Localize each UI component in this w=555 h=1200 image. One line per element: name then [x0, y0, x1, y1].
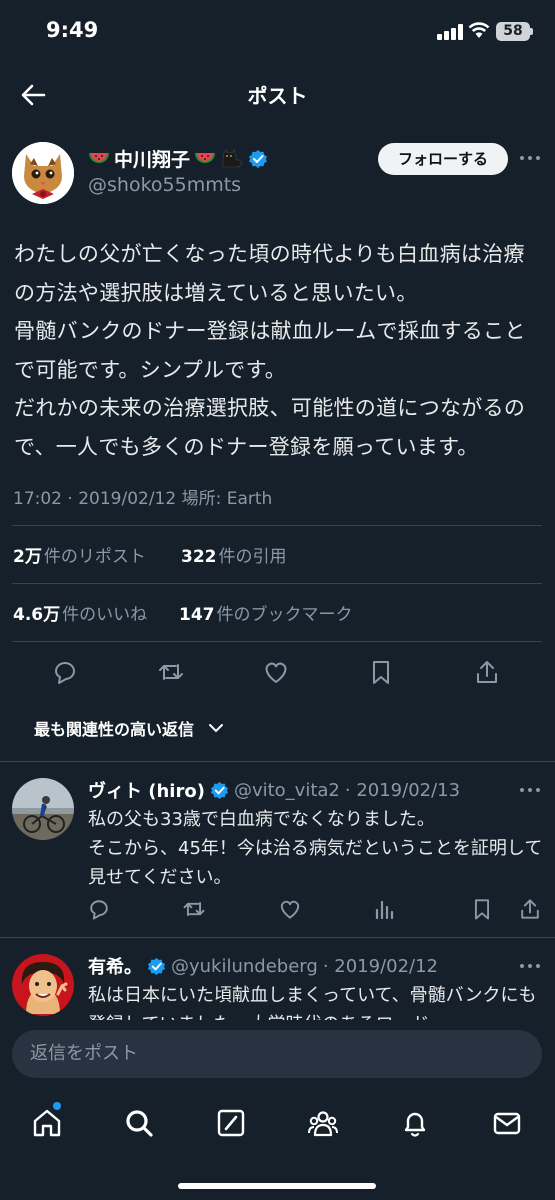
reposts-label: 件のリポスト	[43, 547, 146, 567]
more-options-icon[interactable]	[518, 148, 542, 168]
author-handle[interactable]: @shoko55mmts	[88, 174, 241, 196]
more-options-icon[interactable]	[518, 956, 542, 976]
verified-badge-icon	[147, 957, 166, 976]
share-icon[interactable]	[472, 657, 502, 687]
notification-dot	[53, 1102, 61, 1110]
chevron-down-icon	[208, 723, 224, 733]
like-icon[interactable]	[277, 896, 303, 922]
battery-tip	[530, 28, 533, 35]
reply-author-name[interactable]: 有希。	[88, 953, 142, 979]
repost-icon[interactable]	[181, 896, 207, 922]
repost-icon[interactable]	[156, 657, 186, 687]
reposts-stat[interactable]: 2万 件のリポスト	[13, 542, 146, 567]
bookmarks-label: 件のブックマーク	[216, 605, 353, 625]
status-bar: 9:49 58	[0, 0, 555, 64]
home-icon[interactable]	[30, 1106, 64, 1140]
watermelon-icon	[194, 150, 216, 168]
verified-badge-icon	[210, 781, 229, 800]
status-time: 9:49	[46, 18, 99, 42]
reply-icon[interactable]	[50, 657, 80, 687]
wifi-icon	[468, 21, 490, 39]
reply-author-handle[interactable]: @yukilundeberg	[171, 956, 318, 977]
quotes-label: 件の引用	[218, 547, 287, 567]
reply-date: · 2019/02/12	[322, 955, 439, 977]
author-name-row[interactable]: 中川翔子	[88, 145, 268, 172]
reply-sort-dropdown[interactable]: 最も関連性の高い返信	[34, 716, 224, 740]
reply-author-handle[interactable]: @vito_vita2	[234, 780, 340, 801]
verified-badge-icon	[248, 149, 268, 169]
likes-stat[interactable]: 4.6万 件のいいね	[13, 600, 147, 625]
watermelon-icon	[88, 150, 110, 168]
search-icon[interactable]	[122, 1106, 156, 1140]
bookmark-icon[interactable]	[366, 657, 396, 687]
home-indicator	[178, 1183, 376, 1189]
reply-header: ヴィト (hiro) @vito_vita2 · 2019/02/13	[88, 777, 460, 803]
likes-label: 件のいいね	[62, 605, 148, 625]
bookmarks-count: 147	[179, 605, 215, 625]
bookmarks-stat[interactable]: 147 件のブックマーク	[179, 600, 353, 625]
reply-author-name[interactable]: ヴィト (hiro)	[88, 777, 205, 803]
notifications-icon[interactable]	[398, 1106, 432, 1140]
reply-avatar[interactable]	[12, 778, 74, 840]
reposts-count: 2万	[13, 547, 42, 567]
divider	[0, 761, 555, 762]
more-options-icon[interactable]	[518, 780, 542, 800]
black-cat-icon	[220, 148, 244, 169]
quotes-stat[interactable]: 322 件の引用	[181, 542, 287, 567]
author-avatar[interactable]	[12, 142, 74, 204]
divider	[12, 525, 542, 526]
page-title: ポスト	[247, 84, 308, 108]
analytics-icon[interactable]	[372, 896, 398, 922]
post-timestamp: 17:02 · 2019/02/12 場所: Earth	[13, 489, 273, 509]
reply-body: 私は日本にいた頃献血しまくっていて、骨髄バンクにも登録していました。大学時代のあ…	[88, 985, 537, 1020]
battery-level: 58	[496, 22, 530, 41]
reply-sort-label: 最も関連性の高い返信	[34, 720, 195, 739]
reply-icon[interactable]	[86, 896, 112, 922]
reply-avatar[interactable]	[12, 954, 74, 1016]
divider	[12, 583, 542, 584]
reply-body: 私の父も33歳で白血病でなくなりました。 そこから、45年！今は治る病気だという…	[88, 809, 543, 888]
reply-composer-input[interactable]: 返信をポスト	[12, 1030, 542, 1078]
post-body: わたしの父が亡くなった頃の時代よりも白血病は治療の方法や選択肢は増えていると思い…	[14, 242, 526, 459]
divider	[12, 641, 542, 642]
bookmark-icon[interactable]	[469, 896, 495, 922]
grok-icon[interactable]	[214, 1106, 248, 1140]
messages-icon[interactable]	[490, 1106, 524, 1140]
reply-date: · 2019/02/13	[344, 779, 461, 801]
reply-item: 有希。 @yukilundeberg · 2019/02/12 私は日本にいた頃…	[0, 938, 555, 1020]
quotes-count: 322	[181, 547, 217, 567]
cellular-signal-icon	[437, 24, 463, 40]
author-name: 中川翔子	[114, 149, 191, 171]
like-icon[interactable]	[261, 657, 291, 687]
reply-header: 有希。 @yukilundeberg · 2019/02/12	[88, 953, 438, 979]
communities-icon[interactable]	[306, 1106, 340, 1140]
follow-button[interactable]: フォローする	[378, 143, 508, 175]
likes-count: 4.6万	[13, 605, 61, 625]
share-icon[interactable]	[517, 896, 543, 922]
